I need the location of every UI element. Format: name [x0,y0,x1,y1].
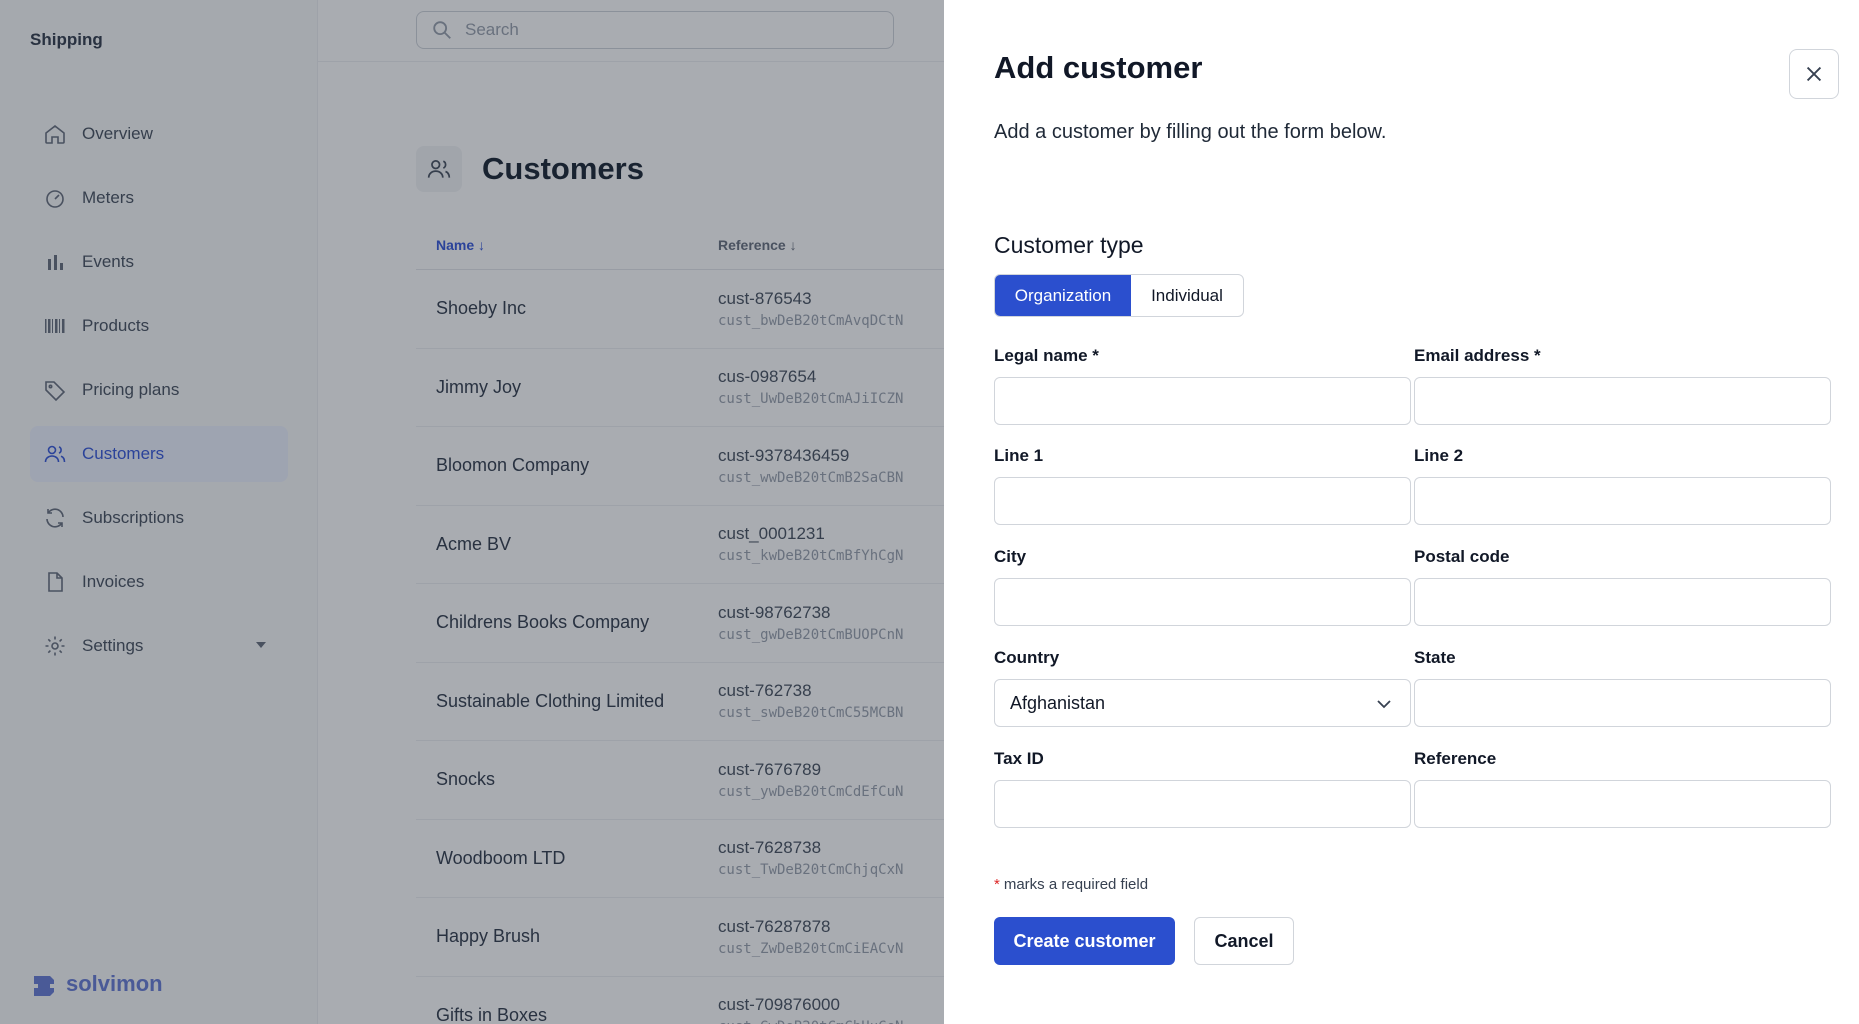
country-select[interactable]: Afghanistan [994,679,1411,727]
line2-label: Line 2 [1414,446,1464,465]
drawer-description: Add a customer by filling out the form b… [994,121,1387,143]
required-field-note: * marks a required field [994,876,1148,893]
customer-type-organization[interactable]: Organization [995,275,1131,316]
legal-name-field[interactable] [994,377,1411,425]
customer-type-heading: Customer type [994,232,1144,258]
customer-type-individual[interactable]: Individual [1131,275,1243,316]
required-note-text: marks a required field [1003,876,1149,893]
state-label: State [1414,648,1456,667]
country-selected-value: Afghanistan [1010,692,1106,713]
postal-code-field[interactable] [1414,578,1831,626]
required-star: * [994,876,1000,893]
email-label: Email address * [1414,346,1541,365]
drawer-title: Add customer [994,50,1203,85]
close-icon [1806,66,1822,82]
close-button[interactable] [1789,49,1839,99]
add-customer-drawer: Add customer Add a customer by filling o… [944,0,1859,1024]
email-field[interactable] [1414,377,1831,425]
cancel-button[interactable]: Cancel [1194,917,1294,965]
postal-code-label: Postal code [1414,547,1510,566]
chevron-down-icon [1377,700,1391,709]
line2-field[interactable] [1414,477,1831,525]
tax-id-label: Tax ID [994,749,1044,768]
line1-label: Line 1 [994,446,1044,465]
tax-id-field[interactable] [994,780,1411,828]
reference-field[interactable] [1414,780,1831,828]
line1-field[interactable] [994,477,1411,525]
modal-backdrop[interactable] [0,0,944,1024]
state-field[interactable] [1414,679,1831,727]
city-label: City [994,547,1027,566]
create-customer-button[interactable]: Create customer [994,917,1175,965]
legal-name-label: Legal name * [994,346,1099,365]
customer-type-toggle: Organization Individual [994,274,1244,317]
city-field[interactable] [994,578,1411,626]
reference-label: Reference [1414,749,1497,768]
country-label: Country [994,648,1060,667]
